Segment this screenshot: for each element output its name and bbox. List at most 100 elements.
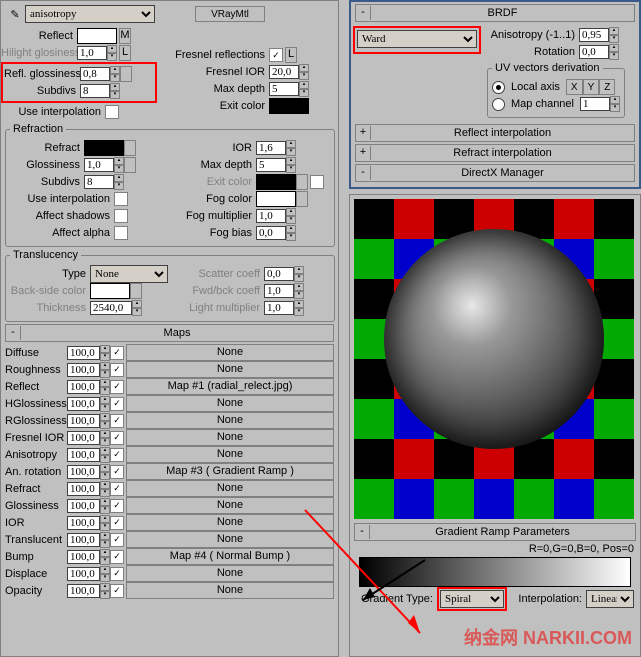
map-label: Roughness [5, 364, 67, 376]
map-label: An. rotation [5, 466, 67, 478]
map-slot-button[interactable]: Map #1 (radial_relect.jpg) [126, 378, 334, 395]
map-slot-button[interactable]: Map #3 ( Gradient Ramp ) [126, 463, 334, 480]
material-type-button[interactable]: VRayMtl [195, 6, 265, 22]
map-row: Glossiness▴▾✓None [5, 497, 334, 514]
map-amount-input[interactable] [67, 397, 100, 411]
map-row: Displace▴▾✓None [5, 565, 334, 582]
reflect-color[interactable] [77, 28, 117, 44]
map-enable-check[interactable]: ✓ [110, 550, 124, 564]
use-interp-check[interactable] [105, 105, 119, 119]
hilight-gloss-input[interactable] [77, 46, 107, 60]
map-enable-check[interactable]: ✓ [110, 380, 124, 394]
map-enable-check[interactable]: ✓ [110, 448, 124, 462]
map-enable-check[interactable]: ✓ [110, 584, 124, 598]
map-slot-button[interactable]: None [126, 582, 334, 599]
map-slot-button[interactable]: None [126, 565, 334, 582]
map-row: Anisotropy▴▾✓None [5, 446, 334, 463]
map-row: Fresnel IOR▴▾✓None [5, 429, 334, 446]
map-slot-button[interactable]: Map #4 ( Normal Bump ) [126, 548, 334, 565]
map-amount-input[interactable] [67, 516, 100, 530]
map-enable-check[interactable]: ✓ [110, 465, 124, 479]
exit-color[interactable] [269, 98, 309, 114]
map-channel-radio[interactable] [492, 98, 505, 111]
spinner[interactable]: ▴▾ [107, 45, 117, 61]
preview-panel: -Gradient Ramp Parameters R=0,G=0,B=0, P… [349, 194, 641, 657]
map-enable-check[interactable]: ✓ [110, 431, 124, 445]
map-amount-input[interactable] [67, 431, 100, 445]
max-depth-input[interactable] [269, 82, 299, 96]
map-enable-check[interactable]: ✓ [110, 346, 124, 360]
map-amount-input[interactable] [67, 567, 100, 581]
map-enable-check[interactable]: ✓ [110, 363, 124, 377]
map-amount-input[interactable] [67, 550, 100, 564]
map-label: RGlossiness [5, 415, 67, 427]
map-label: Glossiness [5, 500, 67, 512]
brdf-type-select[interactable]: Ward [357, 30, 477, 48]
map-amount-input[interactable] [67, 499, 100, 513]
map-label: Reflect [5, 381, 67, 393]
gradient-info: R=0,G=0,B=0, Pos=0 [350, 543, 640, 555]
map-label: Bump [5, 551, 67, 563]
map-slot-button[interactable]: None [126, 344, 334, 361]
material-preview [354, 199, 634, 519]
map-slot-button[interactable]: None [126, 429, 334, 446]
map-label: Refract [5, 483, 67, 495]
map-row: Roughness▴▾✓None [5, 361, 334, 378]
fresnel-ior-input[interactable] [269, 65, 299, 79]
subdivs-input[interactable] [80, 84, 110, 98]
l-button[interactable]: L [119, 45, 131, 61]
map-label: Translucent [5, 534, 67, 546]
trans-type-select[interactable]: None [90, 265, 168, 283]
map-amount-input[interactable] [67, 584, 100, 598]
map-label: Displace [5, 568, 67, 580]
map-enable-check[interactable]: ✓ [110, 414, 124, 428]
map-slot-button[interactable]: None [126, 395, 334, 412]
map-enable-check[interactable]: ✓ [110, 482, 124, 496]
brdf-panel: -BRDF Ward Anisotropy (-1..1)▴▾ Rotation… [349, 0, 641, 189]
map-row: Diffuse▴▾✓None [5, 344, 334, 361]
watermark: 纳金网 NARKII.COM [464, 624, 632, 650]
reflect-label: Reflect [1, 30, 77, 42]
map-enable-check[interactable]: ✓ [110, 499, 124, 513]
gradient-bar[interactable] [359, 557, 631, 587]
map-amount-input[interactable] [67, 465, 100, 479]
interpolation-select[interactable]: Linear [586, 590, 634, 608]
map-slot-button[interactable]: None [126, 361, 334, 378]
fresnel-check[interactable]: ✓ [269, 48, 283, 62]
maps-rollout-header[interactable]: -Maps [5, 324, 334, 342]
map-slot-button[interactable]: None [126, 497, 334, 514]
map-slot-button[interactable]: None [126, 480, 334, 497]
map-amount-input[interactable] [67, 346, 100, 360]
map-slot-button[interactable]: None [126, 514, 334, 531]
material-editor-panel: ✎ anisotropy VRayMtl Reflect M Hilight g… [0, 0, 339, 657]
map-enable-check[interactable]: ✓ [110, 397, 124, 411]
map-slot-button[interactable]: None [126, 446, 334, 463]
map-amount-input[interactable] [67, 448, 100, 462]
map-row: Bump▴▾✓Map #4 ( Normal Bump ) [5, 548, 334, 565]
eyedropper-icon[interactable]: ✎ [5, 8, 25, 21]
map-row: Refract▴▾✓None [5, 480, 334, 497]
map-enable-check[interactable]: ✓ [110, 516, 124, 530]
reflect-m-button[interactable]: M [119, 28, 131, 44]
map-enable-check[interactable]: ✓ [110, 567, 124, 581]
map-slot-button[interactable]: None [126, 412, 334, 429]
map-row: Opacity▴▾✓None [5, 582, 334, 599]
map-amount-input[interactable] [67, 380, 100, 394]
gradient-type-select[interactable]: Spiral [440, 590, 504, 608]
map-label: HGlossiness [5, 398, 67, 410]
map-amount-input[interactable] [67, 414, 100, 428]
material-name-dropdown[interactable]: anisotropy [25, 5, 155, 23]
map-label: Anisotropy [5, 449, 67, 461]
map-amount-input[interactable] [67, 533, 100, 547]
local-axis-radio[interactable] [492, 81, 505, 94]
map-amount-input[interactable] [67, 363, 100, 377]
map-row: RGlossiness▴▾✓None [5, 412, 334, 429]
map-row: Reflect▴▾✓Map #1 (radial_relect.jpg) [5, 378, 334, 395]
map-enable-check[interactable]: ✓ [110, 533, 124, 547]
refl-gloss-input[interactable] [80, 67, 110, 81]
refraction-group: Refraction Refract Glossiness▴▾ Subdivs▴… [5, 123, 335, 247]
map-row: IOR▴▾✓None [5, 514, 334, 531]
map-slot-button[interactable]: None [126, 531, 334, 548]
map-label: IOR [5, 517, 67, 529]
map-amount-input[interactable] [67, 482, 100, 496]
